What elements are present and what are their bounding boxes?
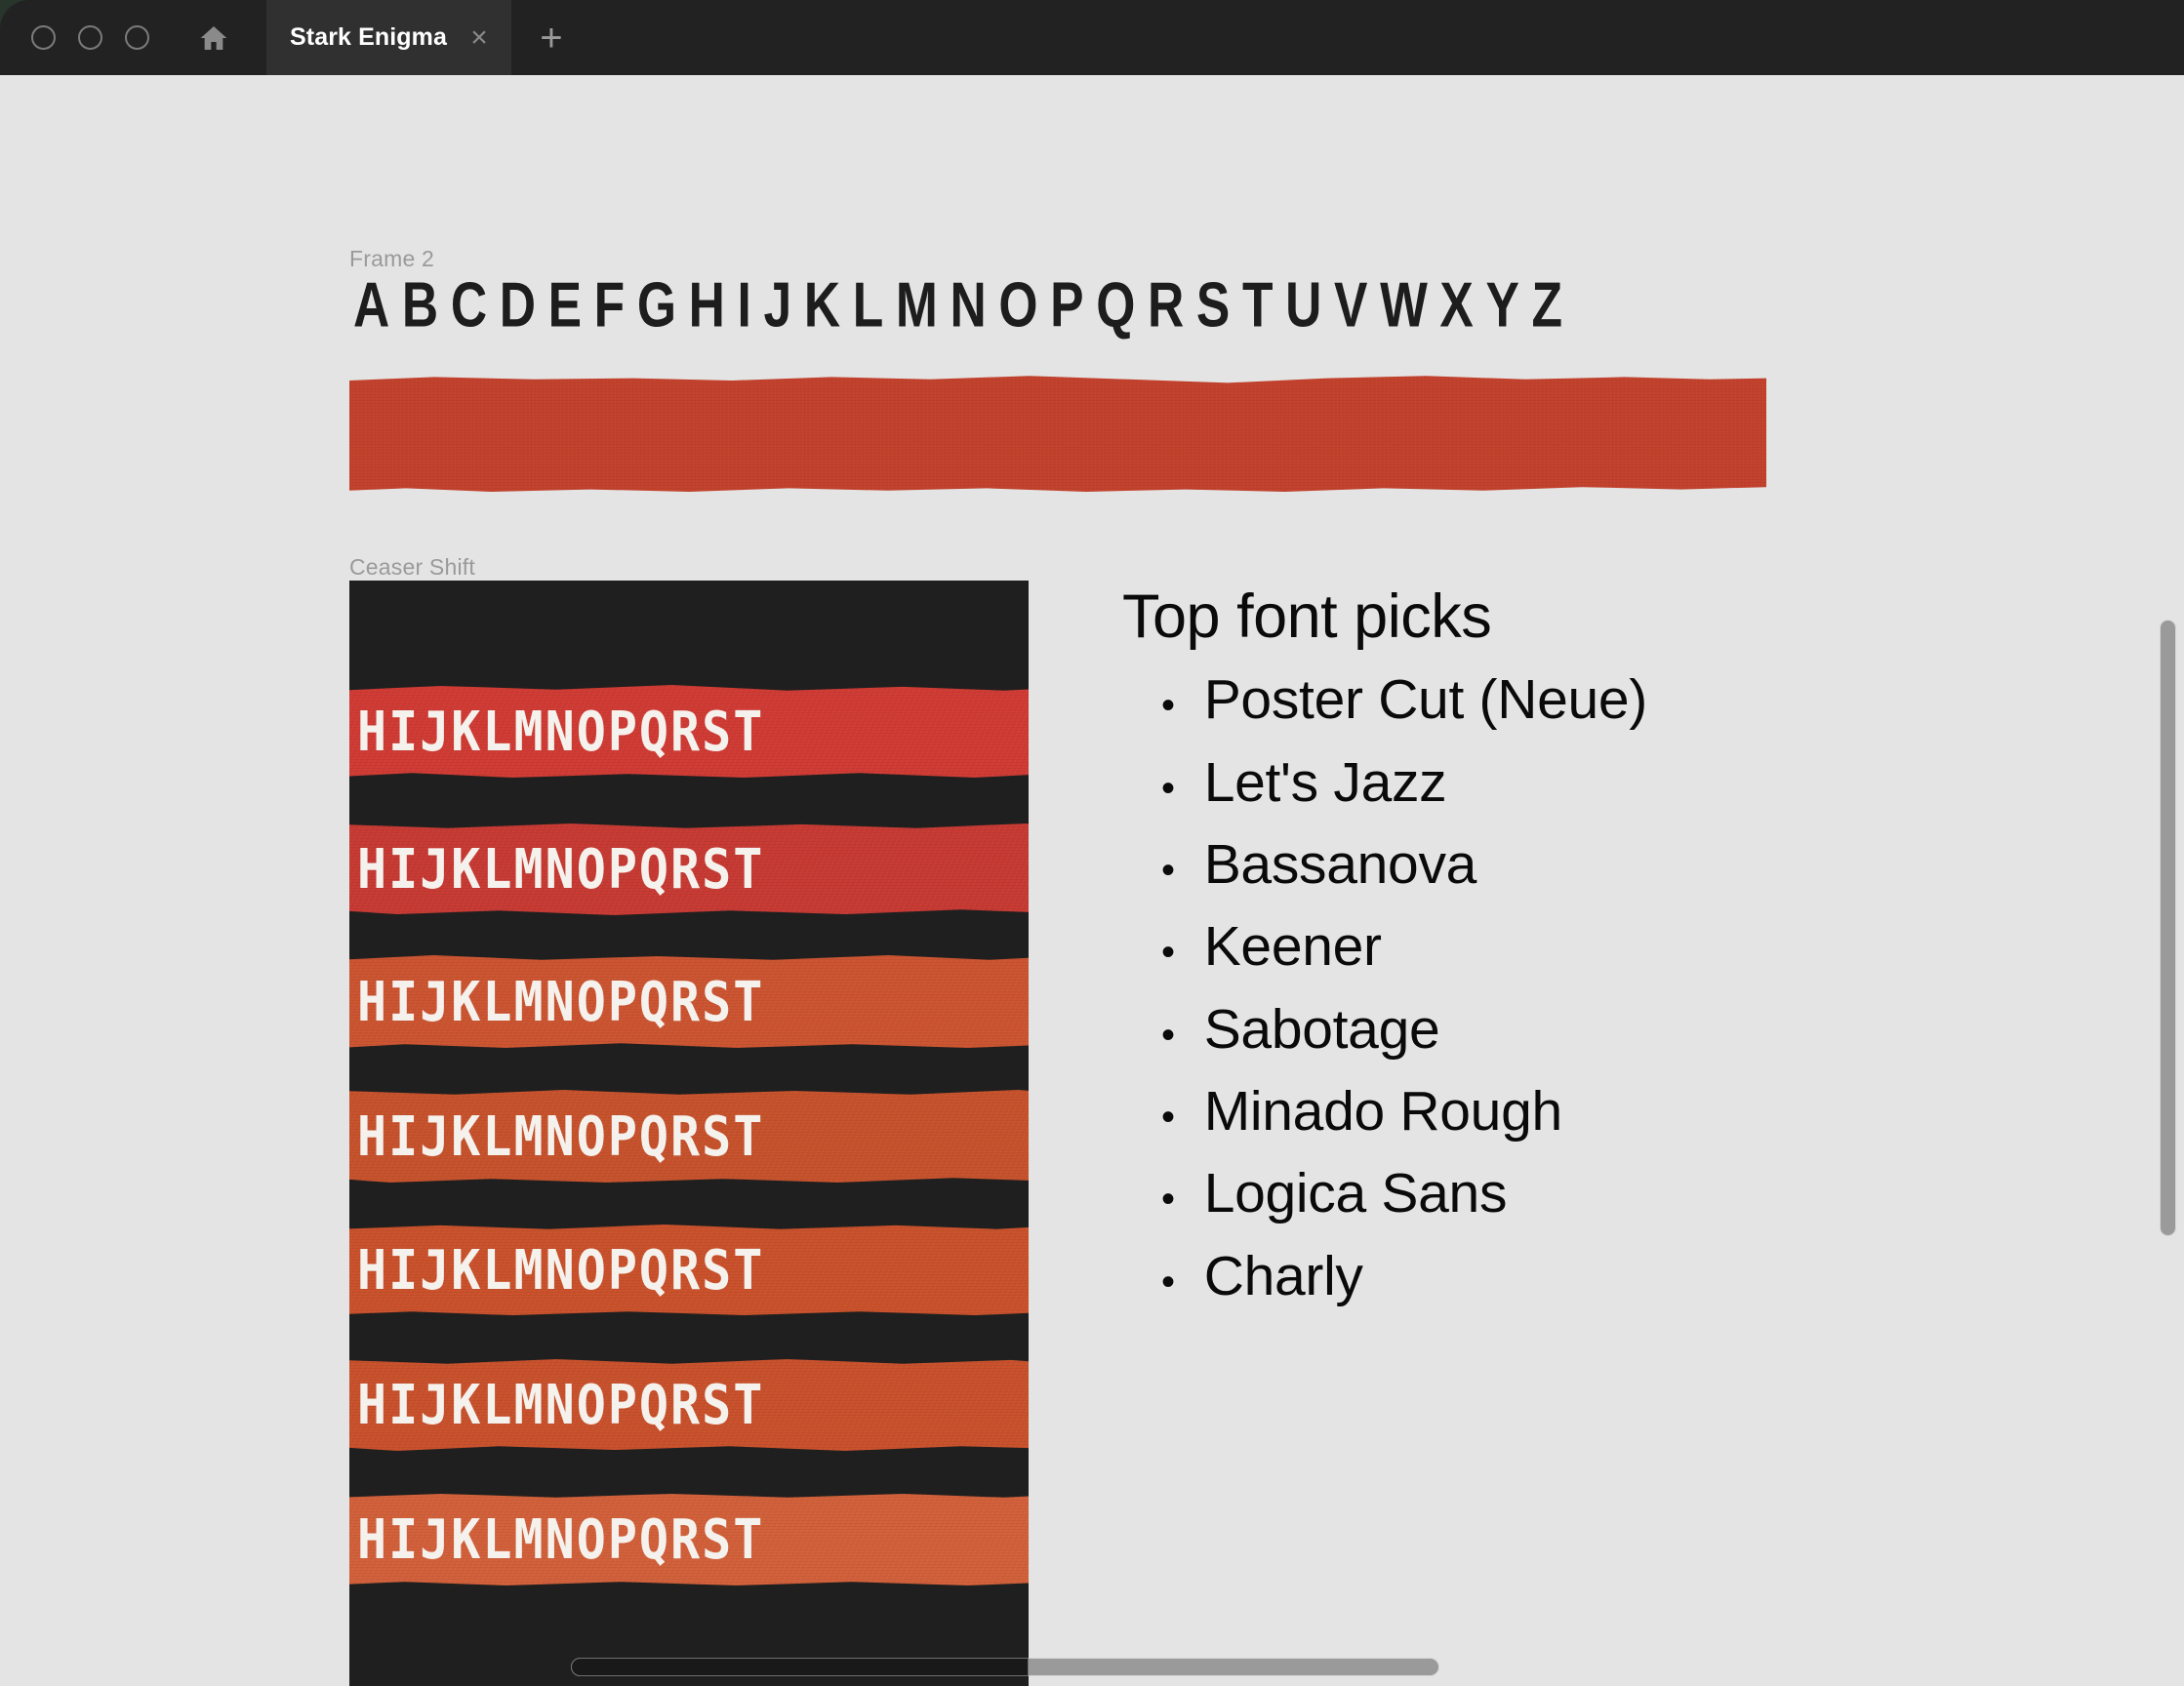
- minimize-window-button[interactable]: [78, 25, 102, 50]
- alphabet-letter: C: [450, 268, 487, 341]
- poster-stripe-text: HIJKLMNOPQRST: [357, 837, 765, 901]
- picks-list: • Poster Cut (Neue) • Let's Jazz • Bassanova •…: [1122, 659, 2098, 1317]
- bullet-icon: •: [1161, 766, 1175, 810]
- window-traffic-lights: [0, 0, 149, 75]
- alphabet-letter: D: [499, 268, 536, 341]
- tab-stark-enigma[interactable]: Stark Enigma ×: [266, 0, 511, 75]
- poster-stripe: HIJKLMNOPQRST: [349, 955, 1029, 1048]
- top-font-picks-panel: Top font picks • Poster Cut (Neue) • Let's …: [1122, 584, 2098, 1317]
- pick-list-item: • Bassanova: [1161, 823, 2098, 905]
- alphabet-letter: J: [763, 268, 791, 341]
- alphabet-letter: R: [1148, 268, 1184, 341]
- alphabet-letter: F: [593, 268, 626, 341]
- vertical-scrollbar[interactable]: [2160, 620, 2176, 1236]
- pick-label: Let's Jazz: [1203, 750, 1447, 814]
- alphabet-letter: A: [353, 268, 389, 341]
- pick-list-item: • Keener: [1161, 905, 2098, 987]
- poster-stripe: HIJKLMNOPQRST: [349, 1090, 1029, 1183]
- new-tab-button[interactable]: +: [523, 0, 580, 75]
- poster-stripe-text: HIJKLMNOPQRST: [357, 1507, 765, 1571]
- picks-heading: Top font picks: [1122, 582, 1492, 651]
- poster-stripe: HIJKLMNOPQRST: [349, 1358, 1029, 1451]
- bullet-icon: •: [1161, 684, 1175, 728]
- alphabet-letter: N: [950, 268, 987, 341]
- ceaser-shift-label[interactable]: Ceaser Shift: [349, 554, 475, 581]
- pick-label: Minado Rough: [1203, 1079, 1562, 1143]
- browser-tab-bar: Stark Enigma × +: [0, 0, 2184, 75]
- alphabet-letter: S: [1195, 268, 1230, 341]
- alphabet-letter: X: [1439, 268, 1473, 341]
- pick-label: Sabotage: [1203, 997, 1440, 1061]
- alphabet-letter: T: [1241, 268, 1274, 341]
- bullet-icon: •: [1161, 1095, 1175, 1139]
- browser-window: Stark Enigma × + Frame 2 ABCDEFGHIJKLMNO…: [0, 0, 2184, 1686]
- design-canvas[interactable]: Frame 2 ABCDEFGHIJKLMNOPQRSTUVWXYZ Cease…: [0, 75, 2184, 1686]
- alphabet-letter: I: [737, 268, 751, 341]
- alphabet-letter: K: [803, 268, 840, 341]
- tab-title: Stark Enigma: [290, 23, 447, 51]
- red-torn-banner: [349, 376, 1766, 492]
- pick-label: Poster Cut (Neue): [1203, 668, 1648, 732]
- bullet-icon: •: [1161, 1013, 1175, 1057]
- pick-list-item: • Minado Rough: [1161, 1070, 2098, 1152]
- poster-stripe: HIJKLMNOPQRST: [349, 1224, 1029, 1316]
- horizontal-scrollbar-thumb[interactable]: [571, 1658, 1029, 1676]
- poster-stripe-text: HIJKLMNOPQRST: [357, 1373, 765, 1436]
- bullet-icon: •: [1161, 1260, 1175, 1304]
- alphabet-letter: H: [688, 268, 725, 341]
- close-window-button[interactable]: [31, 25, 56, 50]
- pick-label: Keener: [1203, 915, 1382, 979]
- alphabet-letter: P: [1050, 268, 1083, 341]
- close-icon[interactable]: ×: [465, 22, 494, 53]
- pick-label: Bassanova: [1203, 832, 1477, 896]
- ceaser-shift-poster[interactable]: HIJKLMNOPQRST HIJKLMNOPQRST HIJKLMNOPQRST H…: [349, 581, 1029, 1686]
- alphabet-letter: M: [895, 268, 938, 341]
- poster-stripe-text: HIJKLMNOPQRST: [357, 1104, 765, 1168]
- alphabet-letter: Y: [1485, 268, 1519, 341]
- bullet-icon: •: [1161, 931, 1175, 975]
- alphabet-letter: V: [1334, 268, 1367, 341]
- pick-list-item: • Poster Cut (Neue): [1161, 659, 2098, 741]
- poster-stripe: HIJKLMNOPQRST: [349, 823, 1029, 915]
- alphabet-letter: O: [998, 268, 1037, 341]
- pick-list-item: • Charly: [1161, 1235, 2098, 1317]
- poster-stripe-text: HIJKLMNOPQRST: [357, 970, 765, 1033]
- home-button[interactable]: [190, 0, 237, 75]
- pick-label: Logica Sans: [1203, 1162, 1508, 1225]
- alphabet-letter: B: [401, 268, 438, 341]
- maximize-window-button[interactable]: [125, 25, 149, 50]
- alphabet-letter: G: [636, 268, 676, 341]
- poster-stripe-text: HIJKLMNOPQRST: [357, 1238, 765, 1302]
- alphabet-letter: Q: [1096, 268, 1135, 341]
- poster-stripe-text: HIJKLMNOPQRST: [357, 700, 765, 763]
- pick-label: Charly: [1203, 1244, 1363, 1307]
- pick-list-item: • Sabotage: [1161, 988, 2098, 1070]
- alphabet-letter: E: [547, 268, 582, 341]
- alphabet-letter: U: [1285, 268, 1321, 341]
- alphabet-specimen-row: ABCDEFGHIJKLMNOPQRSTUVWXYZ: [353, 268, 1563, 341]
- poster-stripe: HIJKLMNOPQRST: [349, 1493, 1029, 1586]
- pick-list-item: • Let's Jazz: [1161, 742, 2098, 823]
- home-icon: [197, 22, 230, 54]
- bullet-icon: •: [1161, 1178, 1175, 1222]
- alphabet-letter: L: [852, 268, 884, 341]
- alphabet-letter: Z: [1531, 268, 1563, 341]
- pick-list-item: • Logica Sans: [1161, 1152, 2098, 1234]
- bullet-icon: •: [1161, 848, 1175, 892]
- poster-stripe: HIJKLMNOPQRST: [349, 685, 1029, 778]
- alphabet-letter: W: [1380, 268, 1428, 341]
